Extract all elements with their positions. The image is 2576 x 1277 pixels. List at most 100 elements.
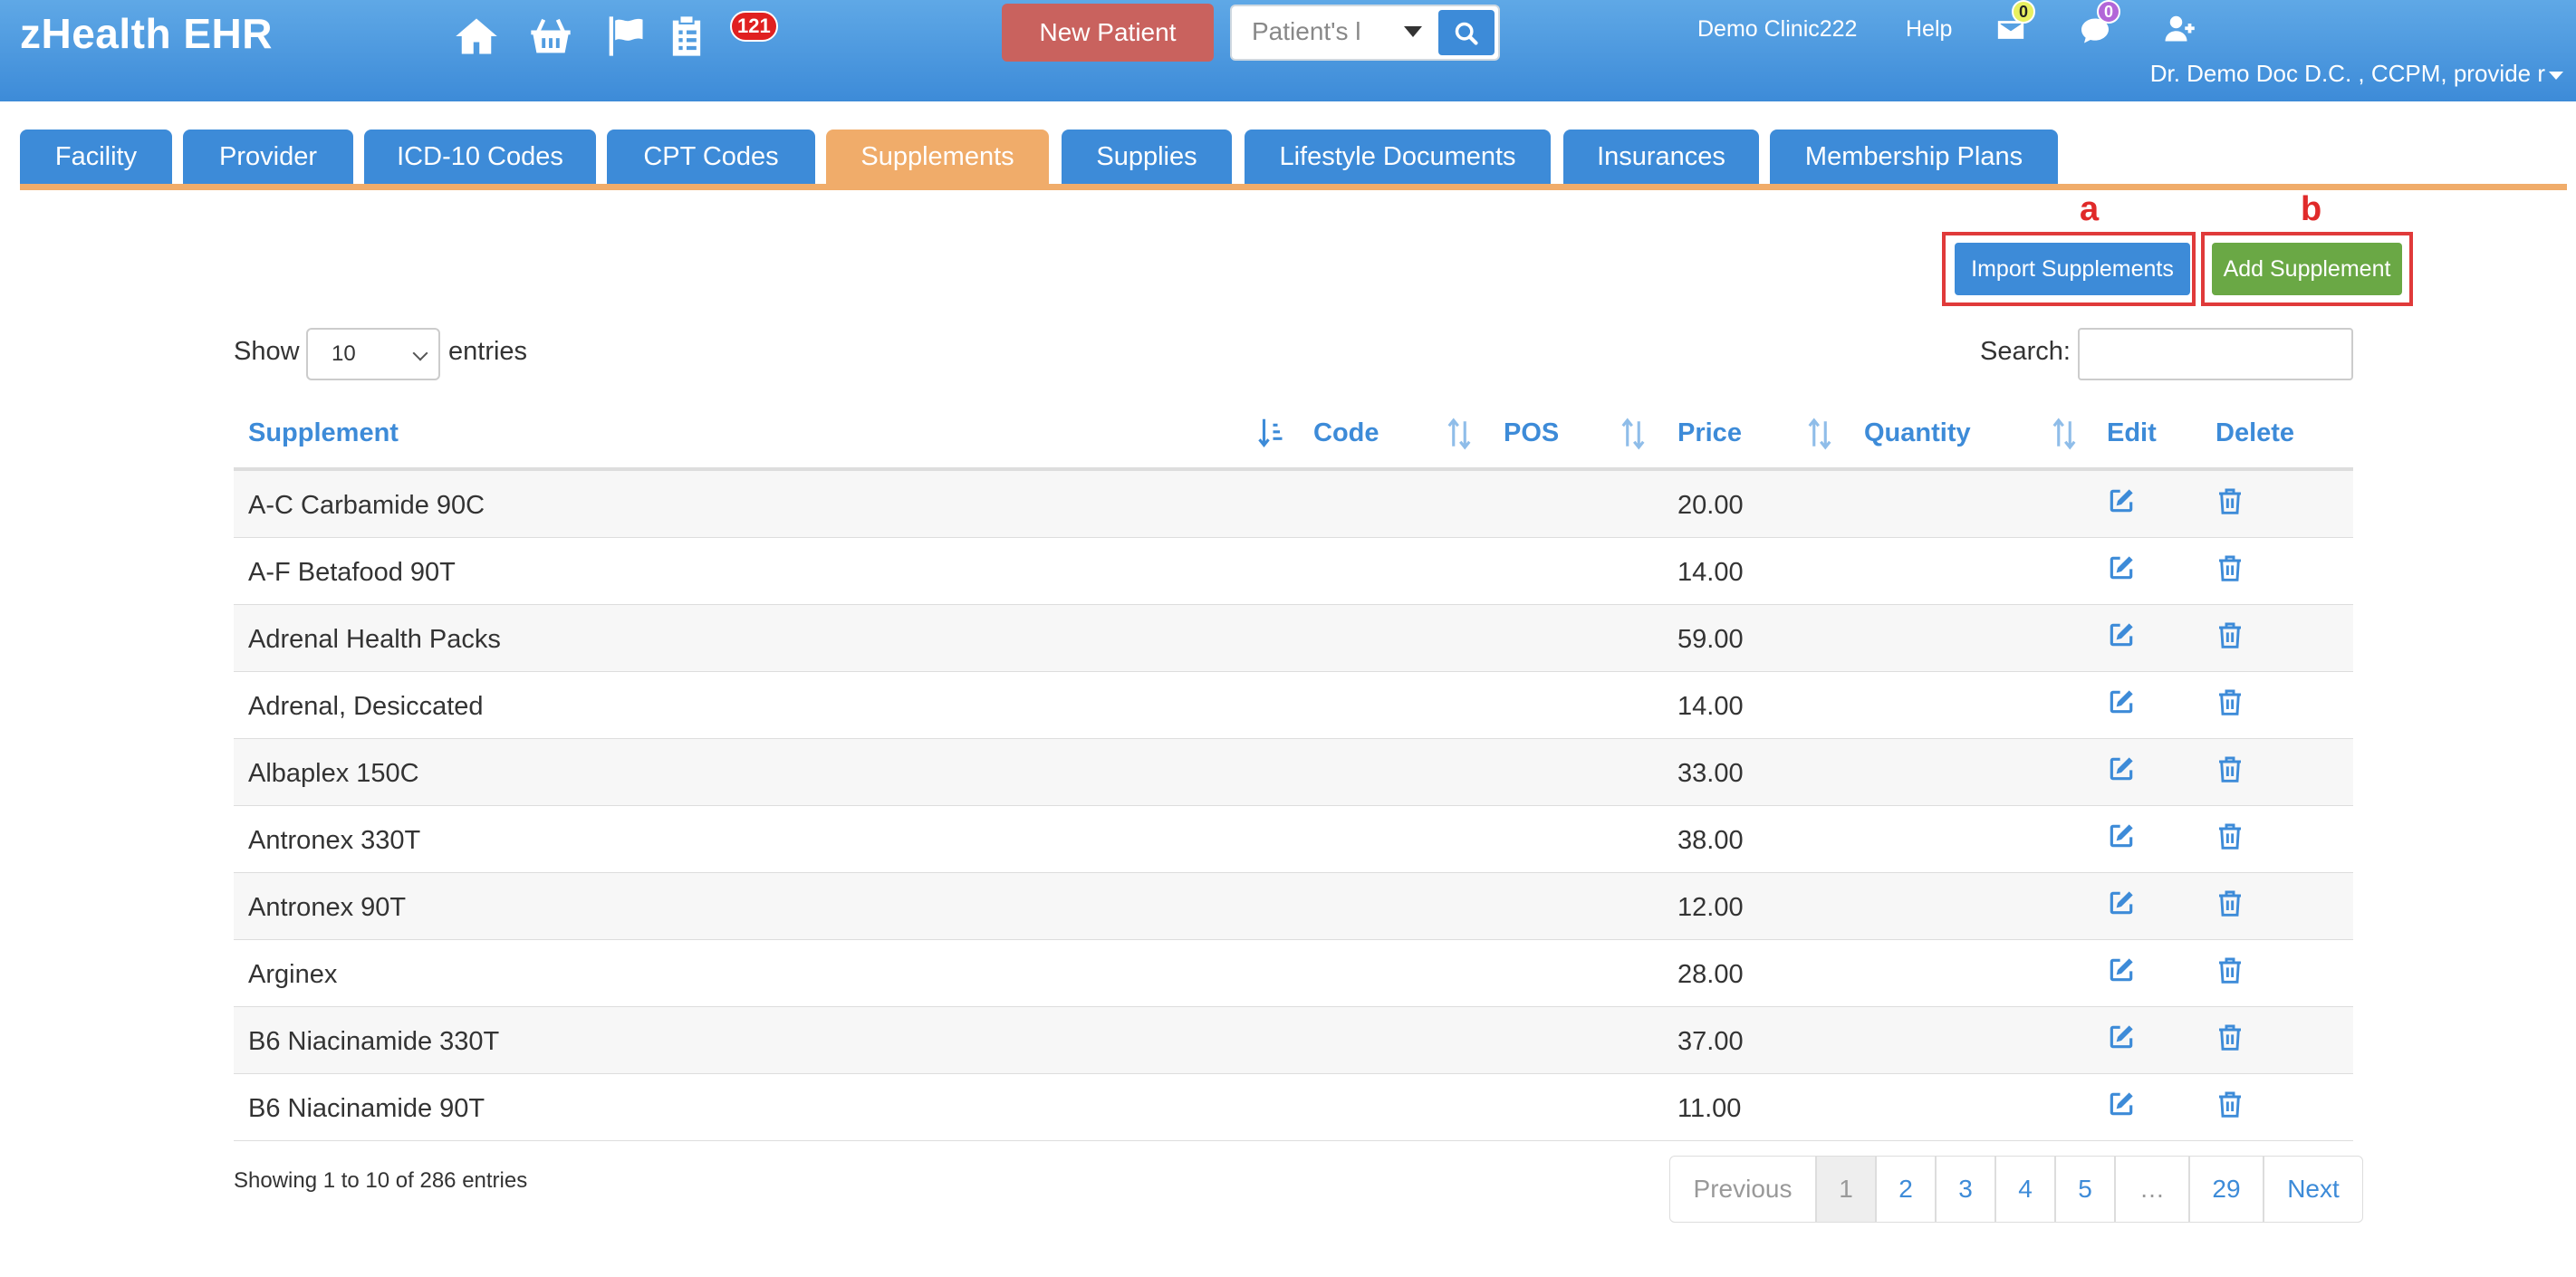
col-pos[interactable]: POS [1504,418,1559,448]
pagination-previous[interactable]: Previous [1669,1156,1816,1223]
flag-icon[interactable] [600,13,650,60]
chevron-down-icon[interactable] [1404,26,1422,37]
patient-search-button[interactable] [1438,10,1495,55]
chat-count-badge: 0 [2097,0,2120,24]
edit-icon[interactable] [2107,888,2136,918]
supplement-price: 38.00 [1677,826,1744,855]
tab-supplies[interactable]: Supplies [1062,130,1232,184]
patient-search[interactable]: Patient's l [1230,5,1500,61]
tab-cpt-codes[interactable]: CPT Codes [607,130,815,184]
pagination-ellipsis: … [2115,1156,2189,1223]
supplement-price: 37.00 [1677,1027,1744,1056]
marker-a: a [2080,190,2100,228]
supplement-name: Albaplex 150C [248,759,419,788]
tab-membership-plans[interactable]: Membership Plans [1770,130,2058,184]
sort-both-icon[interactable] [1446,417,1473,451]
basket-icon[interactable] [525,13,576,60]
user-name: Dr. Demo Doc D.C. , CCPM, provide r [2149,60,2545,87]
trash-icon[interactable] [2216,687,2244,717]
trash-icon[interactable] [2216,1022,2244,1052]
supplement-price: 28.00 [1677,960,1744,989]
table-row: A-C Carbamide 90C 20.00 [234,471,2353,538]
table-row: Adrenal Health Packs 59.00 [234,605,2353,672]
patient-search-input[interactable]: Patient's l [1252,17,1361,46]
supplement-price: 14.00 [1677,692,1744,721]
pagination-page-5[interactable]: 5 [2055,1156,2115,1223]
app-logo[interactable]: zHealth EHR [20,9,273,58]
clipboard-icon[interactable] [661,13,712,60]
table-row: A-F Betafood 90T 14.00 [234,538,2353,605]
tab-icd10-codes[interactable]: ICD-10 Codes [364,130,596,184]
user-menu[interactable]: Dr. Demo Doc D.C. , CCPM, provide r [2150,60,2563,88]
pagination-next[interactable]: Next [2264,1156,2363,1223]
mail-count-badge: 0 [2012,0,2035,24]
edit-icon[interactable] [2107,1089,2136,1119]
supplement-price: 33.00 [1677,759,1744,788]
tab-supplements[interactable]: Supplements [826,130,1049,184]
trash-icon[interactable] [2216,955,2244,985]
trash-icon[interactable] [2216,821,2244,851]
col-price[interactable]: Price [1677,418,1742,448]
help-link[interactable]: Help [1906,16,1952,43]
new-patient-button[interactable]: New Patient [1002,4,1214,62]
col-supplement[interactable]: Supplement [248,418,399,448]
entries-label: entries [448,337,528,366]
table-row: Adrenal, Desiccated 14.00 [234,672,2353,739]
trash-icon[interactable] [2216,1089,2244,1119]
edit-icon[interactable] [2107,687,2136,717]
edit-icon[interactable] [2107,821,2136,851]
tab-provider[interactable]: Provider [183,130,353,184]
marker-b: b [2301,190,2322,228]
trash-icon[interactable] [2216,888,2244,918]
col-quantity[interactable]: Quantity [1864,418,1971,448]
trash-icon[interactable] [2216,485,2244,516]
table-row: Antronex 330T 38.00 [234,806,2353,873]
table-row: Arginex 28.00 [234,940,2353,1007]
col-code[interactable]: Code [1313,418,1379,448]
supplement-name: A-C Carbamide 90C [248,491,485,520]
clinic-name-link[interactable]: Demo Clinic222 [1697,16,1857,43]
table-row: Albaplex 150C 33.00 [234,739,2353,806]
trash-icon[interactable] [2216,552,2244,583]
pagination-page-2[interactable]: 2 [1876,1156,1936,1223]
table-header: Supplement Code POS Price Quantity Edit … [234,408,2353,472]
add-user-icon[interactable] [2163,13,2197,45]
pagination-page-4[interactable]: 4 [1995,1156,2055,1223]
top-navbar: zHealth EHR 121 New Patient Patient's l … [0,0,2576,101]
table-row: B6 Niacinamide 90T 11.00 [234,1074,2353,1141]
edit-icon[interactable] [2107,485,2136,516]
sort-both-icon[interactable] [1806,417,1833,451]
tab-lifestyle-documents[interactable]: Lifestyle Documents [1245,130,1551,184]
pagination-page-1[interactable]: 1 [1816,1156,1876,1223]
edit-icon[interactable] [2107,619,2136,650]
supplement-name: Adrenal, Desiccated [248,692,484,721]
supplement-name: Arginex [248,960,338,989]
trash-icon[interactable] [2216,754,2244,784]
supplement-name: B6 Niacinamide 330T [248,1027,500,1056]
trash-icon[interactable] [2216,619,2244,650]
edit-icon[interactable] [2107,754,2136,784]
pagination-page-29[interactable]: 29 [2189,1156,2264,1223]
sort-both-icon[interactable] [2051,417,2078,451]
tab-facility[interactable]: Facility [20,130,172,184]
col-delete: Delete [2216,418,2295,447]
chevron-down-icon [2549,71,2563,80]
edit-icon[interactable] [2107,1022,2136,1052]
supplement-price: 14.00 [1677,558,1744,587]
add-supplement-button[interactable]: Add Supplement [2212,243,2402,295]
edit-icon[interactable] [2107,955,2136,985]
col-edit: Edit [2107,418,2157,447]
supplement-price: 11.00 [1677,1094,1742,1123]
tab-insurances[interactable]: Insurances [1563,130,1759,184]
sort-both-icon[interactable] [1620,417,1647,451]
sort-asc-icon[interactable] [1257,417,1284,451]
home-icon[interactable] [451,13,502,60]
import-supplements-button[interactable]: Import Supplements [1955,243,2190,295]
table-info: Showing 1 to 10 of 286 entries [234,1168,528,1193]
search-input[interactable] [2078,328,2353,380]
supplement-price: 12.00 [1677,893,1744,922]
page-length-select[interactable]: 10 [306,328,440,380]
pagination-page-3[interactable]: 3 [1936,1156,1995,1223]
edit-icon[interactable] [2107,552,2136,583]
show-label: Show [234,337,300,366]
